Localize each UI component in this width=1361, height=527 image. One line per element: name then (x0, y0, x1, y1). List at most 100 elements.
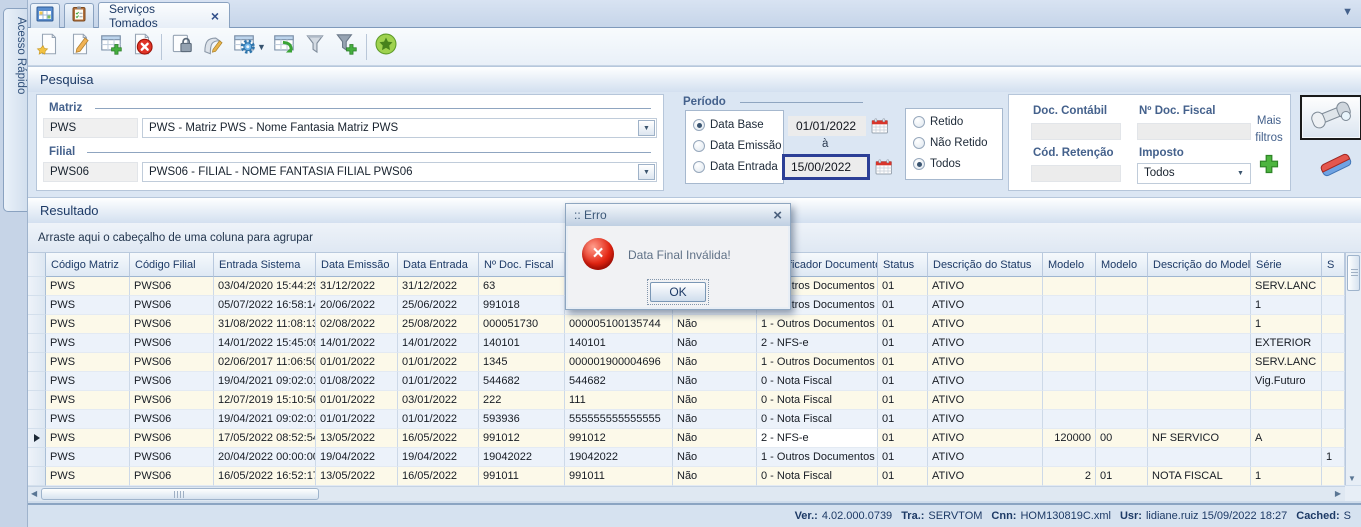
grid-cell[interactable]: PWS06 (130, 277, 214, 296)
date-from-input[interactable]: 01/01/2022 (788, 116, 866, 136)
grid-cell[interactable]: PWS06 (130, 391, 214, 410)
row-selector-cell[interactable] (28, 372, 46, 391)
grid-cell[interactable] (1322, 315, 1345, 334)
grid-header-data-emissao[interactable]: Data Emissão (316, 253, 398, 277)
date-to-calendar-icon[interactable] (874, 158, 894, 176)
grid-cell[interactable]: 01 (878, 296, 928, 315)
grid-header-descricao-do-modelo[interactable]: Descrição do Modelo (1148, 253, 1251, 277)
tab-dashboard[interactable] (30, 3, 60, 28)
chevron-down-icon[interactable]: ▼ (1342, 6, 1353, 18)
radio-data-base[interactable]: Data Base (693, 119, 764, 131)
grid-cell[interactable]: 19/04/2022 (316, 448, 398, 467)
row-selector-cell[interactable] (28, 429, 46, 448)
grid-cell[interactable]: 544682 (479, 372, 565, 391)
grid-row[interactable]: PWSPWS0617/05/2022 08:52:5413/05/202216/… (28, 429, 1345, 448)
horizontal-scrollbar[interactable]: ◀ ▶ (28, 486, 1345, 501)
radio-retido[interactable]: Retido (913, 116, 963, 128)
grid-cell[interactable]: ATIVO (928, 467, 1043, 486)
grid-cell[interactable] (1148, 296, 1251, 315)
grid-cell[interactable]: 0 - Nota Fiscal (757, 410, 878, 429)
grid-cell[interactable]: PWS06 (130, 353, 214, 372)
grid-cell[interactable] (1043, 410, 1096, 429)
grid-cell[interactable] (1148, 391, 1251, 410)
grid-cell[interactable]: 991011 (479, 467, 565, 486)
grid-cell[interactable] (1043, 391, 1096, 410)
grid-header-codigo-filial[interactable]: Código Filial (130, 253, 214, 277)
grid-cell[interactable] (1043, 334, 1096, 353)
grid-header-serie[interactable]: Série (1251, 253, 1322, 277)
doc-contabil-input[interactable] (1031, 123, 1121, 140)
grid-cell[interactable]: 01 (878, 353, 928, 372)
grid-row[interactable]: PWSPWS0602/06/2017 11:06:5001/01/202201/… (28, 353, 1345, 372)
grid-cell[interactable]: PWS (46, 315, 130, 334)
grid-cell[interactable]: Não (673, 353, 757, 372)
ok-button[interactable]: OK (650, 282, 706, 302)
grid-cell[interactable]: ATIVO (928, 277, 1043, 296)
row-selector-cell[interactable] (28, 448, 46, 467)
grid-cell[interactable] (1043, 315, 1096, 334)
toolbar-dropdown-caret-icon[interactable]: ▼ (257, 42, 266, 52)
grid-cell[interactable] (1043, 353, 1096, 372)
grid-cell[interactable]: 0 - Nota Fiscal (757, 372, 878, 391)
filial-combo[interactable]: PWS06 - FILIAL - NOME FANTASIA FILIAL PW… (142, 162, 657, 182)
date-to-input-focused[interactable]: 15/00/2022 (782, 154, 870, 180)
grid-cell[interactable]: 1 (1322, 448, 1345, 467)
grid-cell[interactable] (1148, 410, 1251, 429)
grid-cell[interactable]: 20/04/2022 00:00:00 (214, 448, 316, 467)
grid-row[interactable]: PWSPWS0616/05/2022 16:52:1713/05/202216/… (28, 467, 1345, 486)
grid-cell[interactable] (1096, 296, 1148, 315)
grid-cell[interactable] (1096, 353, 1148, 372)
toolbar-button-edit-record-icon[interactable] (64, 31, 95, 62)
row-selector-cell[interactable] (28, 410, 46, 429)
grid-cell[interactable]: Não (673, 429, 757, 448)
grid-cell[interactable] (1148, 315, 1251, 334)
grid-cell[interactable]: PWS06 (130, 410, 214, 429)
grid-cell[interactable]: 16/05/2022 (398, 467, 479, 486)
grid-cell[interactable] (1322, 372, 1345, 391)
grid-cell[interactable]: 2 - NFS-e (757, 334, 878, 353)
toolbar-button-favorites-icon[interactable] (371, 31, 402, 62)
horizontal-scrollbar-thumb[interactable] (41, 488, 319, 500)
grid-cell[interactable]: PWS (46, 353, 130, 372)
grid-cell[interactable]: 25/06/2022 (398, 296, 479, 315)
grid-cell[interactable]: NF SERVICO (1148, 429, 1251, 448)
matriz-combo[interactable]: PWS - Matriz PWS - Nome Fantasia Matriz … (142, 118, 657, 138)
grid-cell[interactable]: 2 - NFS-e (757, 429, 878, 448)
grid-cell[interactable] (1096, 372, 1148, 391)
grid-cell[interactable]: 02/08/2022 (316, 315, 398, 334)
grid-cell[interactable]: 2 (1043, 467, 1096, 486)
grid-cell[interactable] (1322, 296, 1345, 315)
scroll-down-icon[interactable]: ▼ (1348, 474, 1356, 483)
grid-cell[interactable]: 000005100135744 (565, 315, 673, 334)
grid-cell[interactable] (1096, 391, 1148, 410)
grid-header-modelo[interactable]: Modelo (1096, 253, 1148, 277)
grid-cell[interactable]: 000001900004696 (565, 353, 673, 372)
date-from-calendar-icon[interactable] (870, 117, 890, 135)
grid-cell[interactable]: 140101 (565, 334, 673, 353)
toolbar-button-add-filter-icon[interactable] (331, 31, 362, 62)
grid-cell[interactable]: 14/01/2022 15:45:09 (214, 334, 316, 353)
grid-cell[interactable]: Não (673, 467, 757, 486)
grid-cell[interactable] (1322, 410, 1345, 429)
grid-cell[interactable]: 14/01/2022 (398, 334, 479, 353)
tab-checklist[interactable] (64, 3, 94, 28)
grid-cell[interactable]: 01 (1096, 467, 1148, 486)
quick-access-tab[interactable]: Acesso Rápido (3, 8, 27, 212)
grid-cell[interactable]: EXTERIOR (1251, 334, 1322, 353)
radio-data-entrada[interactable]: Data Entrada (693, 161, 778, 173)
grid-cell[interactable]: PWS06 (130, 372, 214, 391)
grid-cell[interactable]: 111 (565, 391, 673, 410)
grid-cell[interactable]: PWS (46, 448, 130, 467)
dialog-close-icon[interactable]: × (773, 208, 782, 223)
grid-cell[interactable] (1043, 277, 1096, 296)
grid-cell[interactable] (1096, 315, 1148, 334)
grid-cell[interactable] (1148, 448, 1251, 467)
row-selector-cell[interactable] (28, 277, 46, 296)
grid-cell[interactable] (1148, 277, 1251, 296)
grid-cell[interactable]: 555555555555555 (565, 410, 673, 429)
grid-cell[interactable]: PWS (46, 467, 130, 486)
grid-cell[interactable]: 13/05/2022 (316, 429, 398, 448)
filial-code-input[interactable]: PWS06 (43, 162, 138, 182)
grid-cell[interactable]: 00 (1096, 429, 1148, 448)
grid-cell[interactable]: Não (673, 391, 757, 410)
